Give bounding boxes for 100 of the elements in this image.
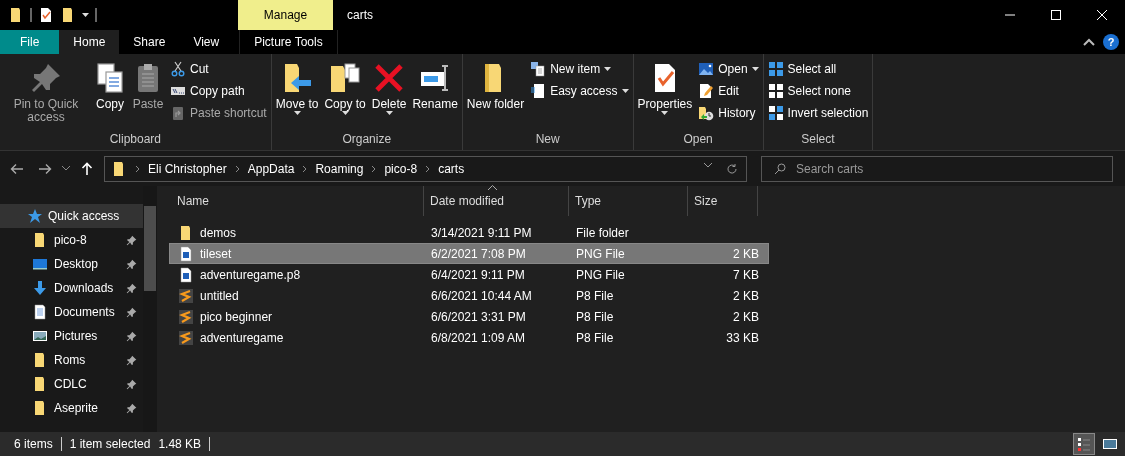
sidebar-item[interactable]: pico-8 <box>0 228 143 252</box>
ribbon-tab[interactable]: Share <box>119 30 180 54</box>
table-cell-text: 2 KB <box>732 246 759 261</box>
checkmark-document-icon <box>38 7 54 23</box>
chevron-right-icon[interactable] <box>302 164 308 173</box>
group-label: Clipboard <box>108 131 163 148</box>
column-header[interactable]: Type <box>569 186 688 216</box>
sidebar-item[interactable]: Desktop <box>0 252 143 276</box>
file-row[interactable]: demos 3/14/2021 9:11 PM File folder <box>169 222 769 243</box>
chevron-right-icon[interactable] <box>425 164 431 173</box>
file-name: pico beginner <box>200 309 273 324</box>
ribbon-button[interactable]: New item <box>528 60 631 78</box>
group-label: Select <box>800 131 836 148</box>
item-count: 6 items <box>14 437 53 451</box>
column-header[interactable]: Name <box>169 186 424 216</box>
sidebar-item[interactable]: CDLC <box>0 372 143 396</box>
sidebar-item[interactable]: Pictures <box>0 324 143 348</box>
documents-icon <box>530 61 547 77</box>
ribbon-button[interactable]: Copy <box>92 58 128 130</box>
file-row[interactable]: adventuregame.p8 6/4/2021 9:11 PM PNG File 7 KB <box>169 264 769 285</box>
breadcrumb[interactable]: AppData <box>247 161 295 176</box>
file-tab[interactable]: File <box>0 30 60 54</box>
caret-icon <box>661 111 669 115</box>
ribbon-button[interactable]: Invert selection <box>765 104 871 122</box>
pencil-document-icon <box>698 83 715 99</box>
sidebar-item[interactable]: Aseprite <box>0 396 143 420</box>
ribbon-button[interactable]: Cut <box>168 60 269 78</box>
ribbon-button[interactable]: History <box>696 104 761 122</box>
ribbon-button[interactable]: Rename <box>410 58 460 130</box>
sidebar-item[interactable]: Downloads <box>0 276 143 300</box>
document-icon <box>530 83 547 99</box>
ribbon-button[interactable]: Copy path <box>168 82 269 100</box>
group-label: Organize <box>341 131 393 148</box>
ribbon-button[interactable]: New folder <box>464 58 527 130</box>
pages-icon <box>94 62 126 94</box>
collapse-ribbon-icon[interactable] <box>1083 38 1095 46</box>
grid-icon <box>767 105 784 121</box>
s-file-icon <box>178 308 194 325</box>
maximize-icon[interactable] <box>1051 10 1061 20</box>
ribbon-tab[interactable]: Home <box>59 30 120 54</box>
file-name: adventuregame <box>200 330 284 345</box>
file-name: tileset <box>200 246 232 261</box>
file-row[interactable]: pico beginner 6/6/2021 3:31 PM P8 File 2 KB <box>169 306 769 327</box>
ribbon-button[interactable]: Select none <box>765 82 871 100</box>
ribbon-button[interactable]: Delete <box>369 58 409 130</box>
clock-icon <box>698 105 715 121</box>
chevron-right-icon[interactable] <box>135 164 140 173</box>
file-row[interactable]: untitled 6/6/2021 10:44 AM P8 File 2 KB <box>169 285 769 306</box>
file-name: adventuregame.p8 <box>200 267 301 282</box>
view-button[interactable] <box>1073 433 1095 455</box>
caret-icon <box>604 67 612 71</box>
breadcrumb[interactable]: Eli Christopher <box>148 161 227 176</box>
ribbon-button[interactable]: Move to <box>273 58 321 130</box>
s-file-icon <box>178 287 194 304</box>
clipboard-icon <box>170 105 186 121</box>
search-icon <box>774 162 786 175</box>
contextual-tab-header: Manage <box>238 0 333 30</box>
breadcrumb[interactable]: carts <box>438 161 465 176</box>
column-header[interactable]: Size <box>688 186 758 216</box>
breadcrumb[interactable]: pico-8 <box>384 161 418 176</box>
file-row[interactable]: adventuregame 6/8/2021 1:09 AM P8 File 33 KB <box>169 327 769 348</box>
chevron-down-icon[interactable] <box>704 162 712 168</box>
ribbon-button[interactable]: Select all <box>765 60 871 78</box>
document-icon <box>32 304 48 320</box>
group-label: New <box>534 131 561 148</box>
sidebar-item[interactable]: Roms <box>0 348 143 372</box>
ribbon-button[interactable]: Properties <box>635 58 695 130</box>
help-button[interactable]: ? <box>1103 34 1119 50</box>
breadcrumb[interactable]: Roaming <box>315 161 364 176</box>
close-icon[interactable] <box>1097 10 1107 20</box>
table-cell-text: P8 File <box>575 309 615 324</box>
scissors-icon <box>170 61 186 77</box>
table-cell-text: File folder <box>575 225 630 240</box>
ribbon-tab[interactable]: View <box>179 30 234 54</box>
ribbon-button[interactable]: Open <box>696 60 761 78</box>
chevron-right-icon[interactable] <box>234 164 240 173</box>
ribbon-button[interactable]: Edit <box>696 82 761 100</box>
sidebar-item[interactable]: Documents <box>0 300 143 324</box>
column-header[interactable]: Date modified <box>424 186 569 216</box>
group-label: Open <box>682 131 714 148</box>
table-cell-text: 6/6/2021 3:31 PM <box>430 309 527 324</box>
chevron-right-icon[interactable] <box>371 164 377 173</box>
delete-icon <box>373 62 406 94</box>
search-field[interactable]: Search carts <box>761 155 1113 182</box>
refresh-icon[interactable] <box>726 162 738 175</box>
table-cell-text: P8 File <box>575 288 615 303</box>
monitor-icon <box>32 256 48 272</box>
window-title: carts <box>347 8 373 22</box>
table-cell-text: 6/6/2021 10:44 AM <box>430 288 533 303</box>
file-row[interactable]: tileset 6/2/2021 7:08 PM PNG File 2 KB <box>169 243 769 264</box>
ribbon-button[interactable]: Easy access <box>528 82 631 100</box>
address-bar[interactable]: Eli Christopher AppData Roaming pico-8 carts <box>104 155 747 182</box>
ribbon-button[interactable]: Copy to <box>322 58 368 130</box>
sort-caret-icon <box>488 185 497 190</box>
table-cell-text: 6/8/2021 1:09 AM <box>430 330 527 345</box>
table-cell-text: 33 KB <box>725 330 759 345</box>
caret-icon <box>293 111 301 115</box>
folder-pages-icon <box>329 62 362 94</box>
sidebar-item[interactable]: Quick access <box>0 204 143 228</box>
recent-locations-icon[interactable] <box>62 166 70 171</box>
